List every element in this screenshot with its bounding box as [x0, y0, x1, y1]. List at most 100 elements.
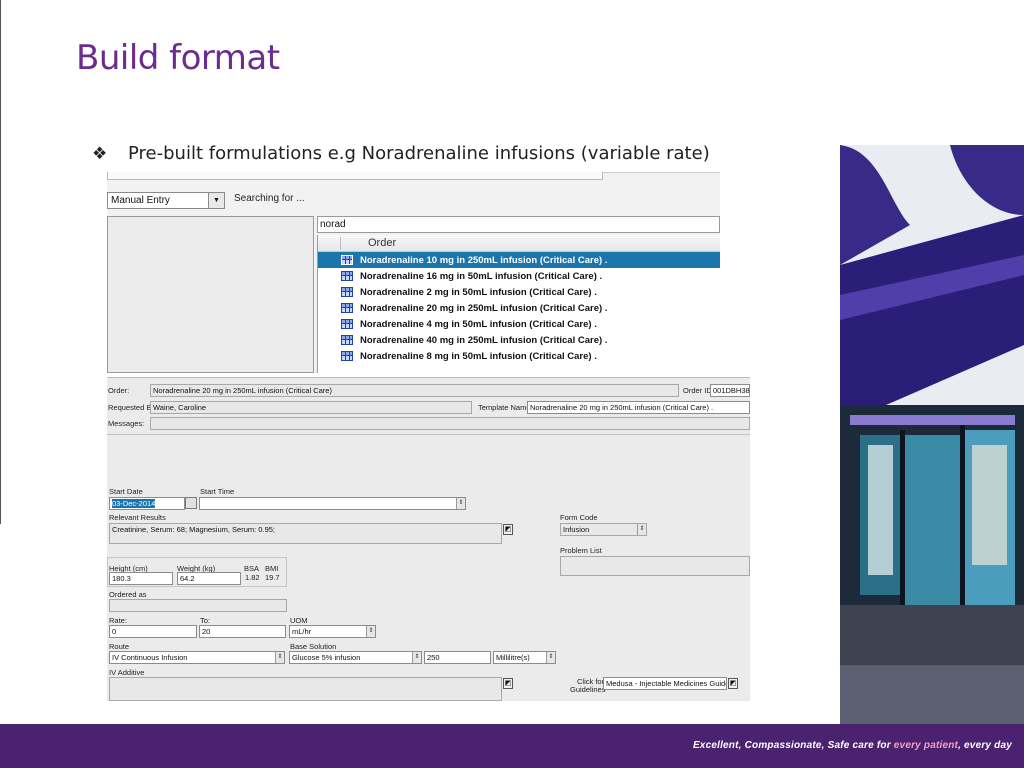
spinner-icon[interactable]: ⇕ [412, 652, 421, 663]
result-row[interactable]: Noradrenaline 20 mg in 250mL infusion (C… [318, 300, 720, 316]
requested-by-field[interactable]: Waine, Caroline [150, 401, 472, 414]
start-date-field[interactable]: 03-Dec-2014 [109, 497, 185, 510]
base-solution-select[interactable]: Glucose 5% infusion ⇕ [289, 651, 422, 664]
order-grid-icon [341, 255, 353, 265]
order-grid-icon [341, 351, 353, 361]
guidelines-field[interactable]: Medusa - Injectable Medicines Guide [603, 677, 727, 690]
ordered-as-field[interactable] [109, 599, 287, 612]
form-code-field[interactable]: Infusion ⇕ [560, 523, 647, 536]
guidelines-label-2: Guidelines [570, 685, 606, 694]
messages-label: Messages: [108, 419, 145, 428]
order-grid-icon [341, 319, 353, 329]
base-solution-value: Glucose 5% infusion [292, 653, 361, 662]
iv-additive-field[interactable] [109, 677, 502, 701]
result-row[interactable]: Noradrenaline 40 mg in 250mL infusion (C… [318, 332, 720, 348]
chevron-down-icon[interactable]: ▼ [208, 193, 224, 208]
start-date-label: Start Date [109, 487, 143, 496]
result-label: Noradrenaline 4 mg in 50mL infusion (Cri… [360, 318, 597, 330]
route-value: IV Continuous Infusion [112, 653, 188, 662]
entry-mode-select[interactable]: Manual Entry ▼ [107, 192, 225, 209]
diamond-bullet-icon: ❖ [92, 143, 108, 163]
template-name-field[interactable]: Noradrenaline 20 mg in 250mL infusion (C… [527, 401, 750, 414]
column-divider [340, 237, 341, 250]
footer-band: Excellent, Compassionate, Safe care for … [0, 724, 1024, 768]
footer-text-accent: every patient [893, 740, 959, 751]
volume-unit-select[interactable]: Millilitre(s) ⇕ [493, 651, 556, 664]
form-code-label: Form Code [560, 513, 598, 522]
start-date-value: 03-Dec-2014 [112, 499, 156, 508]
result-row[interactable]: Noradrenaline 2 mg in 50mL infusion (Cri… [318, 284, 720, 300]
search-sidebar-pane [107, 216, 314, 373]
to-field[interactable]: 20 [199, 625, 286, 638]
template-name-label: Template Name: [478, 403, 533, 412]
result-label: Noradrenaline 20 mg in 250mL infusion (C… [360, 302, 608, 314]
bsa-value: 1.82 [245, 573, 260, 582]
result-row[interactable]: Noradrenaline 4 mg in 50mL infusion (Cri… [318, 316, 720, 332]
results-column-header[interactable]: Order [318, 235, 720, 252]
order-grid-icon [341, 303, 353, 313]
messages-field[interactable] [150, 417, 750, 430]
start-time-label: Start Time [200, 487, 235, 496]
relevant-results-field[interactable]: Creatinine, Serum: 68; Magnesium, Serum:… [109, 523, 502, 544]
order-form: Order: Noradrenaline 20 mg in 250mL infu… [107, 377, 750, 701]
footer-tagline: Excellent, Compassionate, Safe care for … [693, 740, 1012, 751]
order-grid-icon [341, 335, 353, 345]
search-results-list: Order Noradrenaline 10 mg in 250mL infus… [317, 235, 720, 373]
result-label: Noradrenaline 16 mg in 50mL infusion (Cr… [360, 270, 603, 282]
uom-value: mL/hr [292, 627, 312, 636]
calendar-icon[interactable] [185, 497, 197, 509]
spinner-icon[interactable]: ⇕ [456, 498, 465, 509]
footer-text-after: , every day [958, 740, 1012, 751]
problem-list-field[interactable] [560, 556, 750, 576]
to-label: To: [200, 616, 211, 625]
result-label: Noradrenaline 40 mg in 250mL infusion (C… [360, 334, 608, 346]
result-label: Noradrenaline 10 mg in 250mL infusion (C… [360, 254, 608, 266]
search-input[interactable]: norad [317, 216, 720, 233]
slide-title: Build format [76, 38, 280, 78]
height-field[interactable]: 180.3 [109, 572, 173, 585]
base-solution-label: Base Solution [290, 642, 337, 651]
spinner-icon[interactable]: ⇕ [275, 652, 284, 663]
order-field[interactable]: Noradrenaline 20 mg in 250mL infusion (C… [150, 384, 679, 397]
uom-select[interactable]: mL/hr ⇕ [289, 625, 376, 638]
result-label: Noradrenaline 8 mg in 50mL infusion (Cri… [360, 350, 597, 362]
volume-unit-value: Millilitre(s) [496, 653, 530, 662]
result-row[interactable]: Noradrenaline 8 mg in 50mL infusion (Cri… [318, 348, 720, 364]
uom-label: UOM [290, 616, 308, 625]
bmi-label: BMI [265, 564, 279, 573]
spinner-icon[interactable]: ⇕ [366, 626, 375, 637]
rate-field[interactable]: 0 [109, 625, 197, 638]
order-label: Order: [108, 386, 130, 395]
bullet-text: Pre-built formulations e.g Noradrenaline… [128, 143, 710, 164]
entry-mode-value: Manual Entry [111, 195, 170, 206]
section-divider [107, 434, 750, 435]
toolbar-sliver [107, 172, 603, 180]
hospital-building-image [840, 145, 1024, 725]
result-rows: Noradrenaline 10 mg in 250mL infusion (C… [318, 252, 720, 364]
relevant-results-label: Relevant Results [109, 513, 166, 522]
order-id-field[interactable]: 001DBH389 [710, 384, 750, 397]
bullet-item: ❖ Pre-built formulations e.g Noradrenali… [92, 143, 710, 164]
open-guideline-icon[interactable]: ◩ [728, 678, 738, 689]
bsa-label: BSA [244, 564, 260, 573]
spinner-icon[interactable]: ⇕ [546, 652, 555, 663]
result-row[interactable]: Noradrenaline 16 mg in 50mL infusion (Cr… [318, 268, 720, 284]
weight-field[interactable]: 64.2 [177, 572, 241, 585]
result-label: Noradrenaline 2 mg in 50mL infusion (Cri… [360, 286, 597, 298]
spinner-icon[interactable]: ⇕ [637, 524, 646, 535]
column-header-order: Order [368, 237, 397, 249]
result-row[interactable]: Noradrenaline 10 mg in 250mL infusion (C… [318, 252, 720, 268]
start-time-field[interactable]: ⇕ [199, 497, 466, 510]
form-code-value: Infusion [563, 525, 590, 534]
route-label: Route [109, 642, 130, 651]
searching-label: Searching for ... [234, 193, 305, 204]
rate-label: Rate: [109, 616, 127, 625]
bmi-value: 19.7 [265, 573, 280, 582]
route-select[interactable]: IV Continuous Infusion ⇕ [109, 651, 285, 664]
expand-icon[interactable]: ◩ [503, 524, 513, 535]
hospital-entrance-photo [840, 145, 1024, 725]
volume-field[interactable]: 250 [424, 651, 491, 664]
expand-icon[interactable]: ◩ [503, 678, 513, 689]
ordered-as-label: Ordered as [109, 590, 147, 599]
slide-left-rule [0, 0, 1, 524]
